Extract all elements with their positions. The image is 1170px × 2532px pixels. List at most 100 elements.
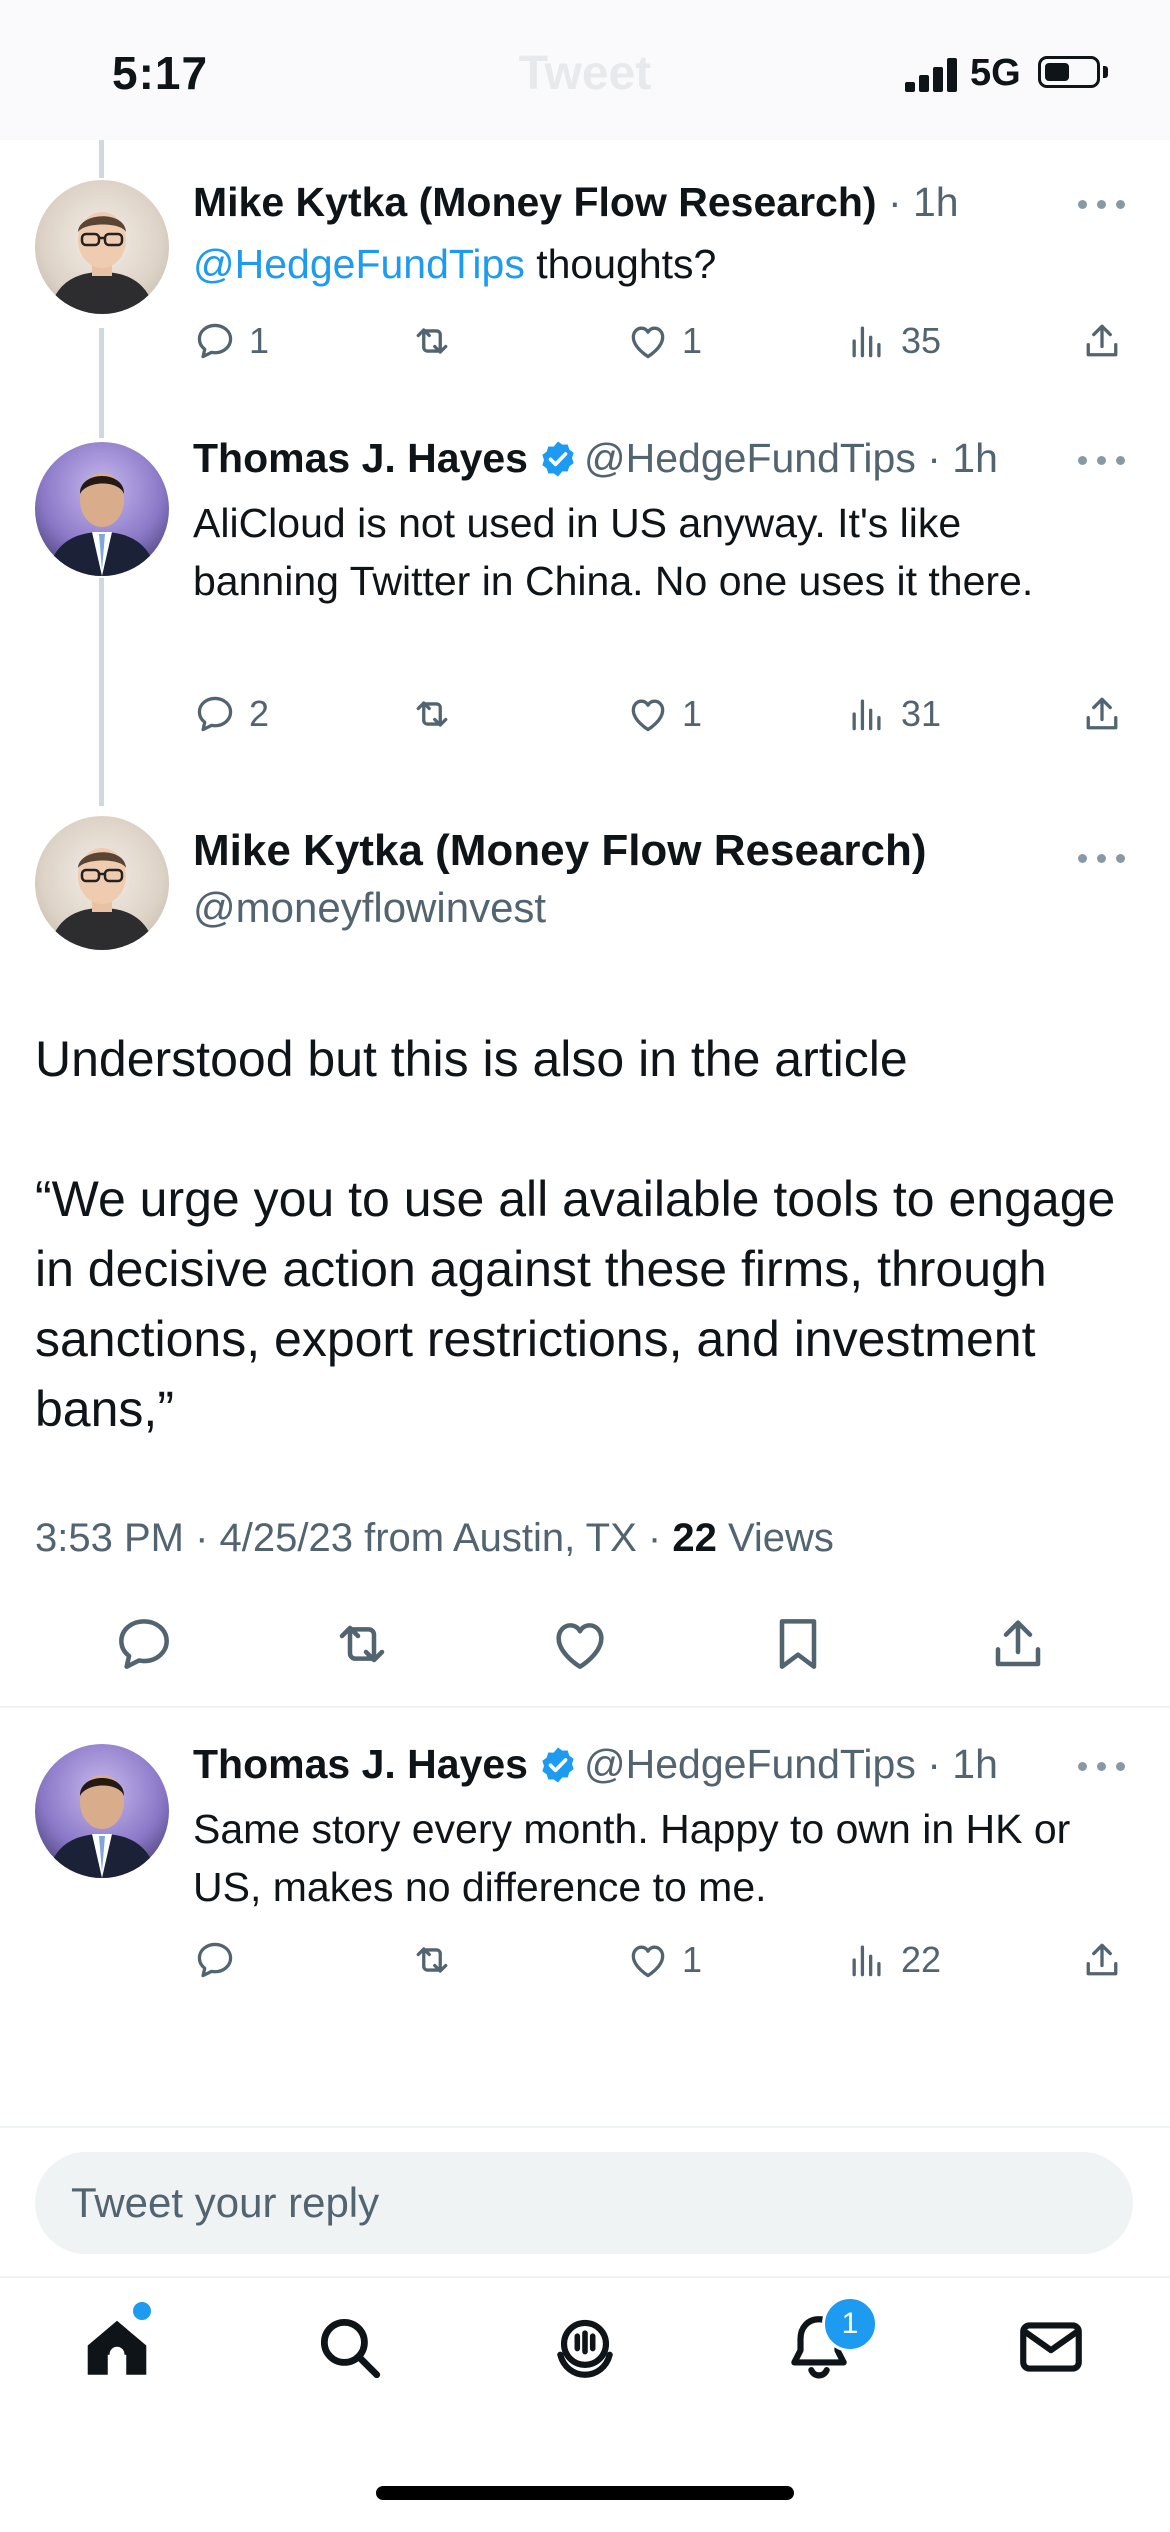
battery-icon	[1038, 56, 1100, 88]
views-button[interactable]: 35	[845, 315, 941, 367]
author-handle[interactable]: @moneyflowinvest	[193, 884, 546, 932]
like-icon	[556, 1623, 604, 1669]
battery-tip	[1103, 66, 1108, 78]
views-icon	[852, 699, 881, 731]
avatar[interactable]	[35, 180, 169, 314]
like-button[interactable]	[548, 1612, 612, 1676]
home-indicator[interactable]	[376, 2486, 794, 2500]
verified-icon	[542, 1747, 574, 1783]
reply-icon	[197, 696, 233, 732]
retweet-button[interactable]	[410, 315, 466, 367]
tweet-header: Thomas J. Hayes @HedgeFundTips · 1h	[193, 432, 998, 484]
share-button[interactable]	[1080, 688, 1124, 740]
share-icon	[1086, 697, 1118, 730]
reply-input[interactable]	[35, 2152, 1133, 2254]
more-icon[interactable]	[1078, 450, 1126, 470]
retweet-icon	[416, 701, 448, 727]
like-button[interactable]: 1	[626, 1934, 702, 1986]
views-count: 31	[901, 693, 942, 734]
thread-line	[99, 328, 104, 438]
author-name[interactable]: Mike Kytka (Money Flow Research)	[193, 179, 877, 225]
mention-link[interactable]: @HedgeFundTips	[193, 241, 525, 287]
bookmark-icon	[779, 1619, 817, 1669]
like-icon	[631, 326, 665, 359]
retweet-icon	[339, 1625, 385, 1663]
tweet-text: Same story every month. Happy to own in …	[193, 1806, 1071, 1910]
network-label: 5G	[970, 52, 1021, 94]
tweet-timestamp: 3:53 PM · 4/25/23 from Austin, TX ·	[35, 1516, 673, 1560]
share-icon	[995, 1620, 1041, 1667]
reply-button[interactable]	[112, 1612, 176, 1676]
views-icon	[852, 1945, 881, 1977]
tab-home[interactable]	[80, 2310, 154, 2384]
share-button[interactable]	[1080, 1934, 1124, 1986]
views-button[interactable]: 31	[845, 688, 941, 740]
share-button[interactable]	[1080, 315, 1124, 367]
tweet-meta: 3:53 PM · 4/25/23 from Austin, TX · 22 V…	[35, 1516, 834, 1561]
like-icon	[631, 1945, 665, 1978]
avatar[interactable]	[35, 1744, 169, 1878]
bookmark-button[interactable]	[766, 1612, 830, 1676]
search-icon	[320, 2318, 381, 2379]
like-count: 1	[682, 1939, 703, 1980]
divider	[0, 2126, 1170, 2128]
more-icon[interactable]	[1078, 194, 1126, 214]
author-name[interactable]: Thomas J. Hayes	[193, 435, 528, 481]
reply-button[interactable]: 2	[193, 688, 269, 740]
avatar[interactable]	[35, 442, 169, 576]
reply-button[interactable]: 1	[193, 315, 269, 367]
status-time: 5:17	[112, 47, 209, 99]
status-bar: 5:17 5G	[0, 0, 1170, 140]
reply-button[interactable]	[193, 1934, 249, 1986]
more-icon[interactable]	[1078, 1756, 1126, 1776]
divider	[0, 1706, 1170, 1708]
tweet-text-quote: “We urge you to use all available tools …	[35, 1171, 1116, 1437]
tweet-time: · 1h	[927, 435, 998, 481]
author-handle[interactable]: @HedgeFundTips	[584, 435, 916, 481]
views-icon	[852, 326, 881, 358]
retweet-button[interactable]	[330, 1612, 394, 1676]
author-handle[interactable]: @HedgeFundTips	[584, 1741, 916, 1787]
tab-messages[interactable]	[1014, 2310, 1088, 2384]
reply-count: 1	[249, 320, 270, 361]
retweet-button[interactable]	[410, 688, 466, 740]
reply-icon	[119, 1619, 169, 1669]
tweet-time: · 1h	[927, 1741, 998, 1787]
like-count: 1	[682, 320, 703, 361]
verified-icon	[542, 441, 574, 477]
tweet-body: thoughts?	[524, 241, 717, 287]
retweet-icon	[416, 328, 448, 354]
like-icon	[631, 699, 665, 732]
spaces-icon	[557, 2319, 613, 2378]
more-icon[interactable]	[1078, 848, 1126, 868]
share-icon	[1086, 324, 1118, 357]
share-button[interactable]	[986, 1612, 1050, 1676]
share-icon	[1086, 1943, 1118, 1976]
reply-icon	[197, 323, 233, 359]
tab-spaces[interactable]	[548, 2310, 622, 2384]
reply-icon	[197, 1942, 233, 1978]
tweet-text: @HedgeFundTips thoughts?	[193, 235, 1093, 293]
avatar[interactable]	[35, 816, 169, 950]
author-name[interactable]: Mike Kytka (Money Flow Research)	[193, 826, 927, 876]
retweet-icon	[416, 1947, 448, 1973]
tweet-header: Thomas J. Hayes @HedgeFundTips · 1h	[193, 1738, 998, 1790]
views-label[interactable]: Views	[717, 1516, 834, 1560]
signal-icon	[905, 58, 959, 92]
like-button[interactable]: 1	[626, 315, 702, 367]
views-count[interactable]: 22	[672, 1516, 717, 1560]
like-button[interactable]: 1	[626, 688, 702, 740]
mail-icon	[1020, 2322, 1082, 2372]
author-name[interactable]: Thomas J. Hayes	[193, 1741, 528, 1787]
views-count: 22	[901, 1939, 942, 1980]
views-button[interactable]: 22	[845, 1934, 941, 1986]
views-count: 35	[901, 320, 942, 361]
tab-search[interactable]	[312, 2310, 386, 2384]
thread-line	[99, 140, 104, 178]
thread-line	[99, 578, 104, 806]
home-icon	[87, 2320, 147, 2375]
home-unread-dot	[133, 2302, 151, 2320]
retweet-button[interactable]	[410, 1934, 466, 1986]
tweet-time: · 1h	[887, 179, 959, 225]
reply-count: 2	[249, 693, 270, 734]
